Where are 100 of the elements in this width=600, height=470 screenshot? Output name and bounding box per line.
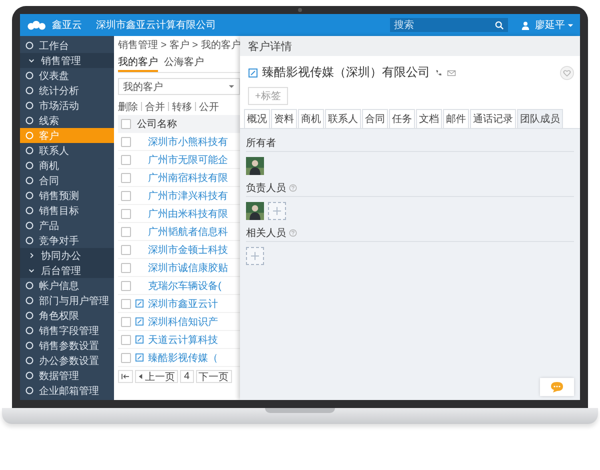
tab[interactable]: 资料 [271, 109, 297, 128]
sidebar-item[interactable]: 企业邮箱管理 [20, 383, 114, 398]
tab[interactable]: 合同 [362, 109, 388, 128]
checkbox[interactable] [121, 136, 131, 146]
sidebar-item[interactable]: 帐户信息 [20, 278, 114, 293]
sidebar-item[interactable]: 商机 [20, 158, 114, 173]
tab[interactable]: 我的客户 [118, 53, 158, 72]
sidebar-item[interactable]: 部门与用户管理 [20, 293, 114, 308]
company-link[interactable]: 广州由米科技有限 [148, 206, 228, 220]
checkbox[interactable] [121, 154, 131, 164]
sidebar-group[interactable]: 协同办公 [20, 248, 114, 263]
chat-widget[interactable] [540, 378, 574, 396]
checkbox[interactable] [121, 280, 131, 290]
action-link[interactable]: 公开 [199, 100, 219, 114]
tab[interactable]: 团队成员 [517, 109, 563, 128]
checkbox[interactable] [121, 298, 131, 308]
tab[interactable]: 通话记录 [470, 109, 516, 128]
circle-icon [25, 356, 34, 365]
document-icon [135, 317, 144, 326]
circle-icon [25, 176, 34, 185]
phone-icon[interactable] [434, 68, 443, 76]
page-number-field[interactable]: 4 [180, 370, 194, 383]
action-link[interactable]: 删除 [118, 100, 138, 114]
checkbox[interactable] [121, 334, 131, 344]
mail-icon[interactable] [447, 68, 456, 76]
caret-icon [228, 83, 235, 90]
circle-icon [25, 131, 34, 140]
sidebar-item[interactable]: 销售预测 [20, 188, 114, 203]
circle-icon [25, 116, 34, 125]
breadcrumb: 销售管理 > 客户 > 我的客户 [118, 38, 240, 52]
company-link[interactable]: 广州市无限可能企 [148, 152, 228, 166]
search-icon[interactable] [495, 20, 504, 30]
company-link[interactable]: 深圳市金顿士科技 [148, 242, 228, 256]
circle-icon [25, 311, 34, 320]
help-icon[interactable] [289, 184, 297, 192]
next-page-button[interactable]: 下一页 [196, 370, 232, 383]
checkbox[interactable] [121, 172, 131, 182]
checkbox[interactable] [121, 226, 131, 236]
tab[interactable]: 公海客户 [164, 53, 204, 72]
sidebar-item[interactable]: 工作台 [20, 38, 114, 53]
sidebar-item[interactable]: 销售字段管理 [20, 323, 114, 338]
tab[interactable]: 邮件 [443, 109, 469, 128]
company-link[interactable]: 深圳市诚信康胶贴 [148, 260, 228, 274]
circle-icon [25, 326, 34, 335]
camera-dot [298, 8, 302, 12]
panel-title: 客户详情 [248, 40, 292, 54]
tab[interactable]: 联系人 [325, 109, 361, 128]
sidebar-item[interactable]: 市场活动 [20, 98, 114, 113]
company-link[interactable]: 克瑞尔车辆设备( [148, 278, 222, 292]
first-page-button[interactable] [118, 370, 133, 383]
logo-text: 鑫亚云 [52, 18, 82, 32]
tab[interactable]: 概况 [244, 109, 270, 128]
sidebar-item[interactable]: 统计分析 [20, 83, 114, 98]
company-link[interactable]: 深圳市小熊科技有 [148, 134, 228, 148]
tab[interactable]: 文档 [416, 109, 442, 128]
company-link[interactable]: 广州南宿科技有限 [148, 170, 228, 184]
sidebar-item[interactable]: 合同 [20, 173, 114, 188]
document-icon [135, 299, 144, 308]
caret-icon [138, 373, 143, 380]
sidebar-item[interactable]: 销售参数设置 [20, 338, 114, 353]
sidebar-item[interactable]: 联系人 [20, 143, 114, 158]
company-link[interactable]: 天道云计算科技 [148, 332, 218, 346]
sidebar-item[interactable]: 销售目标 [20, 203, 114, 218]
sidebar-item[interactable]: 线索 [20, 113, 114, 128]
company-link[interactable]: 深圳市鑫亚云计 [148, 296, 218, 310]
company-link[interactable]: 广州市津兴科技有 [148, 188, 228, 202]
help-icon[interactable] [289, 229, 297, 237]
sidebar-item[interactable]: 角色权限 [20, 308, 114, 323]
tab[interactable]: 商机 [298, 109, 324, 128]
circle-icon [25, 71, 34, 80]
checkbox[interactable] [121, 262, 131, 272]
document-icon [135, 335, 144, 344]
checkbox[interactable] [121, 208, 131, 218]
previous-page-button[interactable]: 上一页 [135, 370, 178, 383]
add-member-button[interactable] [246, 247, 264, 265]
company-link[interactable]: 广州韬航者信息科 [148, 224, 228, 238]
company-name: 深圳市鑫亚云计算有限公司 [96, 18, 216, 32]
sidebar-group[interactable]: 销售管理 [20, 53, 114, 68]
action-link[interactable]: 转移 [172, 100, 192, 114]
sidebar-item[interactable]: 仪表盘 [20, 68, 114, 83]
avatar[interactable] [246, 157, 264, 175]
sidebar-item[interactable]: 数据管理 [20, 368, 114, 383]
sidebar-item[interactable]: 产品 [20, 218, 114, 233]
sidebar-item[interactable]: 办公参数设置 [20, 353, 114, 368]
circle-icon [25, 161, 34, 170]
action-link[interactable]: 合并 [145, 100, 165, 114]
search-field[interactable]: 搜索 [390, 18, 508, 32]
tab[interactable]: 任务 [389, 109, 415, 128]
checkbox[interactable] [121, 352, 131, 362]
checkbox[interactable] [121, 244, 131, 254]
checkbox[interactable] [121, 190, 131, 200]
checkbox[interactable] [121, 316, 131, 326]
avatar[interactable] [246, 202, 264, 220]
sidebar-item[interactable]: 竞争对手 [20, 233, 114, 248]
sidebar-group[interactable]: 后台管理 [20, 263, 114, 278]
user-menu[interactable]: 廖延平 [535, 18, 574, 32]
company-link[interactable]: 深圳科信知识产 [148, 314, 218, 328]
checkbox[interactable] [121, 119, 131, 129]
company-link[interactable]: 臻酷影视传媒（ [148, 350, 218, 364]
filter-dropdown[interactable]: 我的客户 [118, 78, 240, 95]
